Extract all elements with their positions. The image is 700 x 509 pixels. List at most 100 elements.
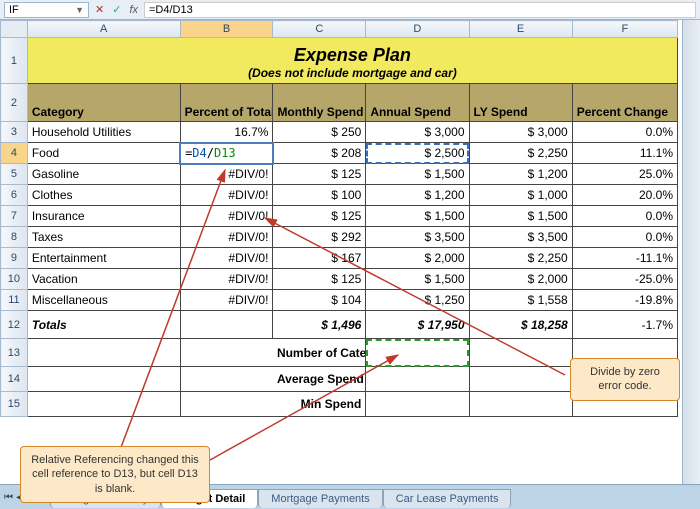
col-header[interactable]: B bbox=[180, 21, 273, 38]
cell[interactable]: $ 167 bbox=[273, 248, 366, 269]
cell[interactable] bbox=[469, 339, 572, 367]
hdr-monthly[interactable]: Monthly Spend bbox=[273, 84, 366, 122]
cell[interactable] bbox=[366, 392, 469, 417]
row-header[interactable]: 12 bbox=[1, 311, 28, 339]
cell[interactable]: $ 1,500 bbox=[469, 206, 572, 227]
row-header[interactable]: 15 bbox=[1, 392, 28, 417]
avg-spend-label[interactable] bbox=[180, 367, 273, 392]
col-header[interactable]: D bbox=[366, 21, 469, 38]
cell[interactable]: $ 2,500 bbox=[366, 143, 469, 164]
col-header[interactable]: E bbox=[469, 21, 572, 38]
row-header[interactable]: 2 bbox=[1, 84, 28, 122]
totals-change[interactable]: -1.7% bbox=[572, 311, 677, 339]
cell-percent[interactable]: #DIV/0! bbox=[180, 206, 273, 227]
cell-category[interactable]: Food bbox=[27, 143, 180, 164]
cell[interactable]: $ 125 bbox=[273, 206, 366, 227]
vertical-scrollbar[interactable] bbox=[682, 20, 700, 484]
cell-percent[interactable]: #DIV/0! bbox=[180, 185, 273, 206]
cell[interactable] bbox=[27, 392, 180, 417]
col-header[interactable]: F bbox=[572, 21, 677, 38]
cell[interactable]: $ 1,558 bbox=[469, 290, 572, 311]
cell[interactable] bbox=[366, 367, 469, 392]
cell-percent[interactable]: #DIV/0! bbox=[180, 269, 273, 290]
row-header[interactable]: 10 bbox=[1, 269, 28, 290]
cell[interactable]: $ 1,500 bbox=[366, 269, 469, 290]
cell-change[interactable]: -11.1% bbox=[572, 248, 677, 269]
chevron-down-icon[interactable]: ▼ bbox=[75, 5, 84, 15]
cell[interactable]: $ 2,000 bbox=[469, 269, 572, 290]
cell[interactable]: $ 1,200 bbox=[469, 164, 572, 185]
sheet-tab[interactable]: Car Lease Payments bbox=[383, 489, 512, 508]
cell-percent[interactable]: #DIV/0! bbox=[180, 227, 273, 248]
cell[interactable]: $ 1,250 bbox=[366, 290, 469, 311]
cell-percent[interactable]: #DIV/0! bbox=[180, 248, 273, 269]
row-header[interactable]: 14 bbox=[1, 367, 28, 392]
cell-percent[interactable]: =D4/D13 bbox=[180, 143, 273, 164]
totals-annual[interactable]: $ 17,950 bbox=[366, 311, 469, 339]
cell-category[interactable]: Insurance bbox=[27, 206, 180, 227]
cell[interactable] bbox=[469, 392, 572, 417]
cell-category[interactable]: Vacation bbox=[27, 269, 180, 290]
cell[interactable]: $ 3,000 bbox=[469, 122, 572, 143]
totals-label[interactable]: Totals bbox=[27, 311, 180, 339]
cell[interactable]: $ 104 bbox=[273, 290, 366, 311]
name-box[interactable]: IF ▼ bbox=[4, 2, 89, 18]
cell[interactable]: $ 2,250 bbox=[469, 248, 572, 269]
hdr-change[interactable]: Percent Change bbox=[572, 84, 677, 122]
cell[interactable]: $ 100 bbox=[273, 185, 366, 206]
cell[interactable] bbox=[27, 339, 180, 367]
cell-change[interactable]: 0.0% bbox=[572, 122, 677, 143]
row-header[interactable]: 13 bbox=[1, 339, 28, 367]
min-spend-label2[interactable]: Min Spend bbox=[273, 392, 366, 417]
row-header[interactable]: 6 bbox=[1, 185, 28, 206]
accept-icon[interactable]: ✓ bbox=[112, 3, 121, 16]
num-categories-label2[interactable]: Number of Categories bbox=[273, 339, 366, 367]
fx-icon[interactable]: fx bbox=[129, 4, 138, 16]
cell[interactable] bbox=[469, 367, 572, 392]
cell[interactable]: $ 250 bbox=[273, 122, 366, 143]
row-header[interactable]: 4 bbox=[1, 143, 28, 164]
cell[interactable]: $ 208 bbox=[273, 143, 366, 164]
cell-category[interactable]: Miscellaneous bbox=[27, 290, 180, 311]
cell-change[interactable]: -19.8% bbox=[572, 290, 677, 311]
formula-input[interactable]: =D4/D13 bbox=[144, 2, 696, 18]
cell[interactable]: $ 1,200 bbox=[366, 185, 469, 206]
cell-change[interactable]: 25.0% bbox=[572, 164, 677, 185]
cell-change[interactable]: 20.0% bbox=[572, 185, 677, 206]
hdr-annual[interactable]: Annual Spend bbox=[366, 84, 469, 122]
row-header[interactable]: 1 bbox=[1, 38, 28, 84]
sheet-tab[interactable]: Mortgage Payments bbox=[258, 489, 382, 508]
cell[interactable]: $ 2,000 bbox=[366, 248, 469, 269]
cell[interactable]: $ 292 bbox=[273, 227, 366, 248]
cell[interactable] bbox=[180, 311, 273, 339]
row-header[interactable]: 9 bbox=[1, 248, 28, 269]
cell[interactable]: $ 1,500 bbox=[366, 164, 469, 185]
cell-percent[interactable]: #DIV/0! bbox=[180, 164, 273, 185]
cell-category[interactable]: Clothes bbox=[27, 185, 180, 206]
cell[interactable]: $ 125 bbox=[273, 164, 366, 185]
cell[interactable]: $ 3,000 bbox=[366, 122, 469, 143]
cell-category[interactable]: Gasoline bbox=[27, 164, 180, 185]
cell[interactable]: $ 125 bbox=[273, 269, 366, 290]
row-header[interactable]: 8 bbox=[1, 227, 28, 248]
row-header[interactable]: 7 bbox=[1, 206, 28, 227]
col-header[interactable]: C bbox=[273, 21, 366, 38]
hdr-category[interactable]: Category bbox=[27, 84, 180, 122]
cell-category[interactable]: Taxes bbox=[27, 227, 180, 248]
cell[interactable]: $ 2,250 bbox=[469, 143, 572, 164]
num-categories-label[interactable] bbox=[180, 339, 273, 367]
hdr-percent[interactable]: Percent of Total bbox=[180, 84, 273, 122]
cell[interactable]: $ 1,000 bbox=[469, 185, 572, 206]
row-header[interactable]: 3 bbox=[1, 122, 28, 143]
cell[interactable] bbox=[27, 367, 180, 392]
cell[interactable]: $ 3,500 bbox=[469, 227, 572, 248]
totals-ly[interactable]: $ 18,258 bbox=[469, 311, 572, 339]
row-header[interactable]: 11 bbox=[1, 290, 28, 311]
cell-change[interactable]: 11.1% bbox=[572, 143, 677, 164]
cell-change[interactable]: 0.0% bbox=[572, 206, 677, 227]
cell-percent[interactable]: #DIV/0! bbox=[180, 290, 273, 311]
cancel-icon[interactable]: ✕ bbox=[95, 3, 104, 16]
cell-category[interactable]: Entertainment bbox=[27, 248, 180, 269]
cell[interactable]: $ 3,500 bbox=[366, 227, 469, 248]
min-spend-label[interactable] bbox=[180, 392, 273, 417]
